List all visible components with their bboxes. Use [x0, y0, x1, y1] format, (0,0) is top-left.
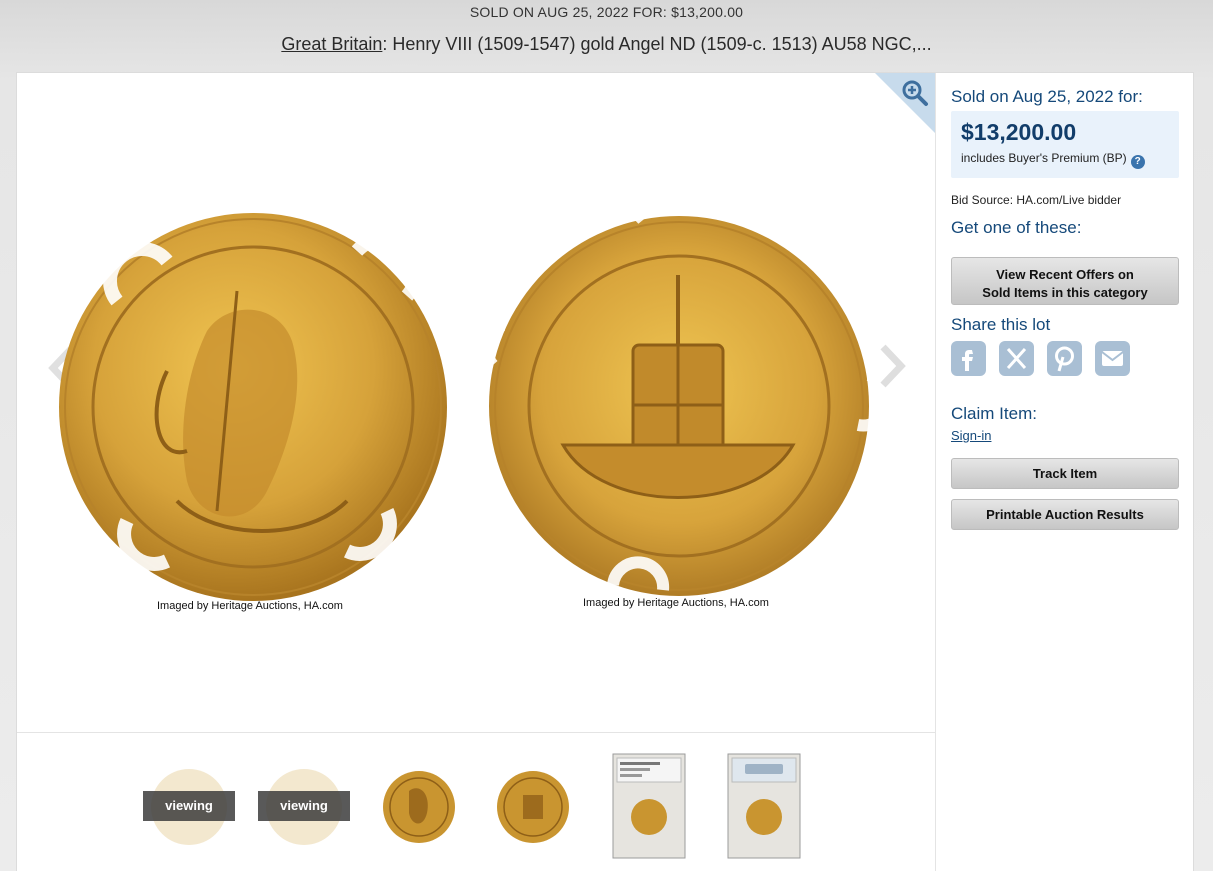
- offers-line-2: Sold Items in this category: [982, 285, 1148, 300]
- thumbnail-5[interactable]: [612, 753, 704, 861]
- email-icon[interactable]: [1095, 341, 1130, 376]
- sold-price: $13,200.00: [961, 119, 1077, 145]
- sidebar: Sold on Aug 25, 2022 for: $13,200.00 inc…: [951, 73, 1195, 871]
- lot-title-text: : Henry VIII (1509-1547) gold Angel ND (…: [382, 34, 932, 54]
- viewing-badge: viewing: [143, 791, 235, 821]
- help-icon[interactable]: ?: [1130, 155, 1145, 169]
- image-viewer[interactable]: Imaged by Heritage Auctions, HA.com Imag…: [17, 73, 936, 733]
- thumbnail-2[interactable]: viewing: [258, 753, 350, 861]
- sold-date-label: Sold on Aug 25, 2022 for:: [951, 87, 1143, 106]
- view-recent-offers-button[interactable]: View Recent Offers on Sold Items in this…: [951, 257, 1179, 305]
- offers-line-1: View Recent Offers on: [996, 267, 1134, 282]
- main-panel: Imaged by Heritage Auctions, HA.com Imag…: [16, 72, 1194, 871]
- thumbnail-3-image: [383, 771, 455, 843]
- thumbnail-4-image: [497, 771, 569, 843]
- image-credit-obverse: Imaged by Heritage Auctions, HA.com: [157, 600, 343, 612]
- thumbnail-6[interactable]: [727, 753, 819, 861]
- thumbnail-5-image: [612, 753, 686, 859]
- claim-heading: Claim Item:: [951, 404, 1037, 423]
- coin-reverse-image[interactable]: [483, 215, 875, 597]
- get-one-heading: Get one of these:: [951, 218, 1082, 237]
- chevron-right-icon[interactable]: [873, 341, 909, 391]
- price-note: includes Buyer's Premium (BP)?: [961, 151, 1145, 169]
- viewing-badge: viewing: [258, 791, 350, 821]
- thumbnail-strip: viewing viewing: [17, 733, 936, 871]
- thumbnail-4[interactable]: [487, 753, 579, 861]
- image-credit-reverse: Imaged by Heritage Auctions, HA.com: [583, 597, 769, 609]
- price-box: $13,200.00 includes Buyer's Premium (BP)…: [951, 111, 1179, 178]
- sign-in-link[interactable]: Sign-in: [951, 428, 991, 443]
- coin-obverse-image[interactable]: [57, 211, 449, 603]
- category-link[interactable]: Great Britain: [281, 34, 382, 54]
- thumbnail-6-image: [727, 753, 801, 859]
- bid-source: Bid Source: HA.com/Live bidder: [951, 193, 1122, 207]
- share-heading: Share this lot: [951, 315, 1051, 334]
- thumbnail-1[interactable]: viewing: [143, 753, 235, 861]
- pinterest-icon[interactable]: [1047, 341, 1082, 376]
- printable-results-button[interactable]: Printable Auction Results: [951, 499, 1179, 530]
- facebook-icon[interactable]: [951, 341, 986, 376]
- lot-title: Great Britain: Henry VIII (1509-1547) go…: [0, 34, 1213, 55]
- x-icon[interactable]: [999, 341, 1034, 376]
- track-item-button[interactable]: Track Item: [951, 458, 1179, 489]
- thumbnail-3[interactable]: [373, 753, 465, 861]
- buyers-premium-note: includes Buyer's Premium (BP): [961, 151, 1127, 165]
- zoom-in-icon[interactable]: [901, 79, 929, 107]
- top-banner: SOLD ON AUG 25, 2022 FOR: $13,200.00: [469, 4, 744, 20]
